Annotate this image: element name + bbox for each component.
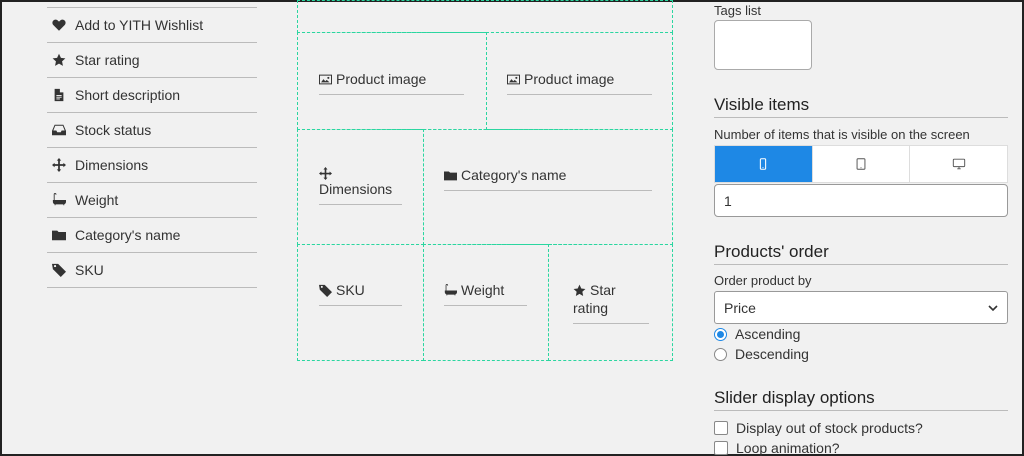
grid-cell-r1c2[interactable]: Product image bbox=[486, 32, 673, 130]
folder-icon bbox=[444, 169, 457, 182]
field-short-description[interactable]: Short description bbox=[47, 78, 257, 113]
chip-category-name[interactable]: Category's name bbox=[444, 166, 652, 191]
heart-icon bbox=[51, 17, 67, 33]
bathtub-icon bbox=[444, 284, 457, 297]
order-product-by-label: Order product by bbox=[714, 273, 812, 288]
bathtub-icon bbox=[51, 192, 67, 208]
chip-product-image[interactable]: Product image bbox=[319, 70, 464, 95]
radio-descending[interactable]: Descending bbox=[714, 346, 809, 362]
device-tabs bbox=[714, 145, 1008, 183]
visible-items-input[interactable]: 1 bbox=[714, 184, 1008, 217]
grid-cell-r3c3[interactable]: Star rating bbox=[548, 244, 673, 361]
tab-tablet[interactable] bbox=[813, 146, 911, 182]
grid-cell-top[interactable] bbox=[297, 0, 673, 33]
visible-items-description: Number of items that is visible on the s… bbox=[714, 127, 970, 142]
inbox-icon bbox=[51, 122, 67, 138]
radio-descending-control[interactable] bbox=[714, 347, 727, 361]
image-icon bbox=[507, 73, 520, 86]
star-icon bbox=[51, 52, 67, 68]
products-order-title: Products' order bbox=[714, 242, 1008, 265]
star-icon bbox=[573, 284, 586, 297]
chip-weight[interactable]: Weight bbox=[444, 281, 527, 306]
available-fields-list: Add to YITH Wishlist Star rating Short d… bbox=[47, 7, 257, 288]
grid-cell-r2c1[interactable]: Dimensions bbox=[297, 129, 424, 245]
layout-builder-grid: Product image Product image Dimensions C… bbox=[297, 0, 673, 361]
tab-desktop[interactable] bbox=[910, 146, 1007, 182]
field-dimensions[interactable]: Dimensions bbox=[47, 148, 257, 183]
field-stock-status[interactable]: Stock status bbox=[47, 113, 257, 148]
tag-icon bbox=[319, 284, 332, 297]
field-category-name[interactable]: Category's name bbox=[47, 218, 257, 253]
image-icon bbox=[319, 73, 332, 86]
radio-ascending-control[interactable] bbox=[714, 327, 727, 341]
chip-dimensions[interactable]: Dimensions bbox=[319, 167, 402, 205]
tags-list-box[interactable] bbox=[714, 20, 812, 70]
folder-icon bbox=[51, 227, 67, 243]
document-icon bbox=[51, 87, 67, 103]
visible-items-title: Visible items bbox=[714, 95, 1008, 118]
chip-star-rating[interactable]: Star rating bbox=[573, 281, 649, 324]
chip-sku[interactable]: SKU bbox=[319, 281, 402, 306]
grid-cell-r2c2[interactable]: Category's name bbox=[423, 129, 673, 245]
chevron-down-icon bbox=[988, 304, 998, 311]
field-add-to-wishlist[interactable]: Add to YITH Wishlist bbox=[47, 8, 257, 43]
grid-cell-r3c1[interactable]: SKU bbox=[297, 244, 424, 361]
checkbox-out-of-stock[interactable]: Display out of stock products? bbox=[714, 420, 923, 436]
move-arrows-icon bbox=[319, 167, 332, 180]
mobile-icon bbox=[760, 158, 767, 170]
tab-mobile[interactable] bbox=[715, 146, 813, 182]
chip-product-image[interactable]: Product image bbox=[507, 70, 652, 95]
tablet-icon bbox=[856, 158, 866, 170]
field-sku[interactable]: SKU bbox=[47, 253, 257, 288]
checkbox-loop-animation-control[interactable] bbox=[714, 441, 728, 455]
tag-icon bbox=[51, 262, 67, 278]
field-star-rating[interactable]: Star rating bbox=[47, 43, 257, 78]
move-arrows-icon bbox=[51, 157, 67, 173]
field-weight[interactable]: Weight bbox=[47, 183, 257, 218]
grid-cell-r3c2[interactable]: Weight bbox=[423, 244, 549, 361]
slider-display-options-title: Slider display options bbox=[714, 388, 1008, 411]
radio-ascending[interactable]: Ascending bbox=[714, 326, 800, 342]
checkbox-out-of-stock-control[interactable] bbox=[714, 421, 728, 435]
grid-cell-r1c1[interactable]: Product image bbox=[297, 32, 487, 130]
order-by-select[interactable]: Price bbox=[714, 291, 1008, 324]
tags-list-label: Tags list bbox=[714, 3, 761, 18]
desktop-icon bbox=[952, 158, 965, 170]
checkbox-loop-animation[interactable]: Loop animation? bbox=[714, 440, 840, 456]
